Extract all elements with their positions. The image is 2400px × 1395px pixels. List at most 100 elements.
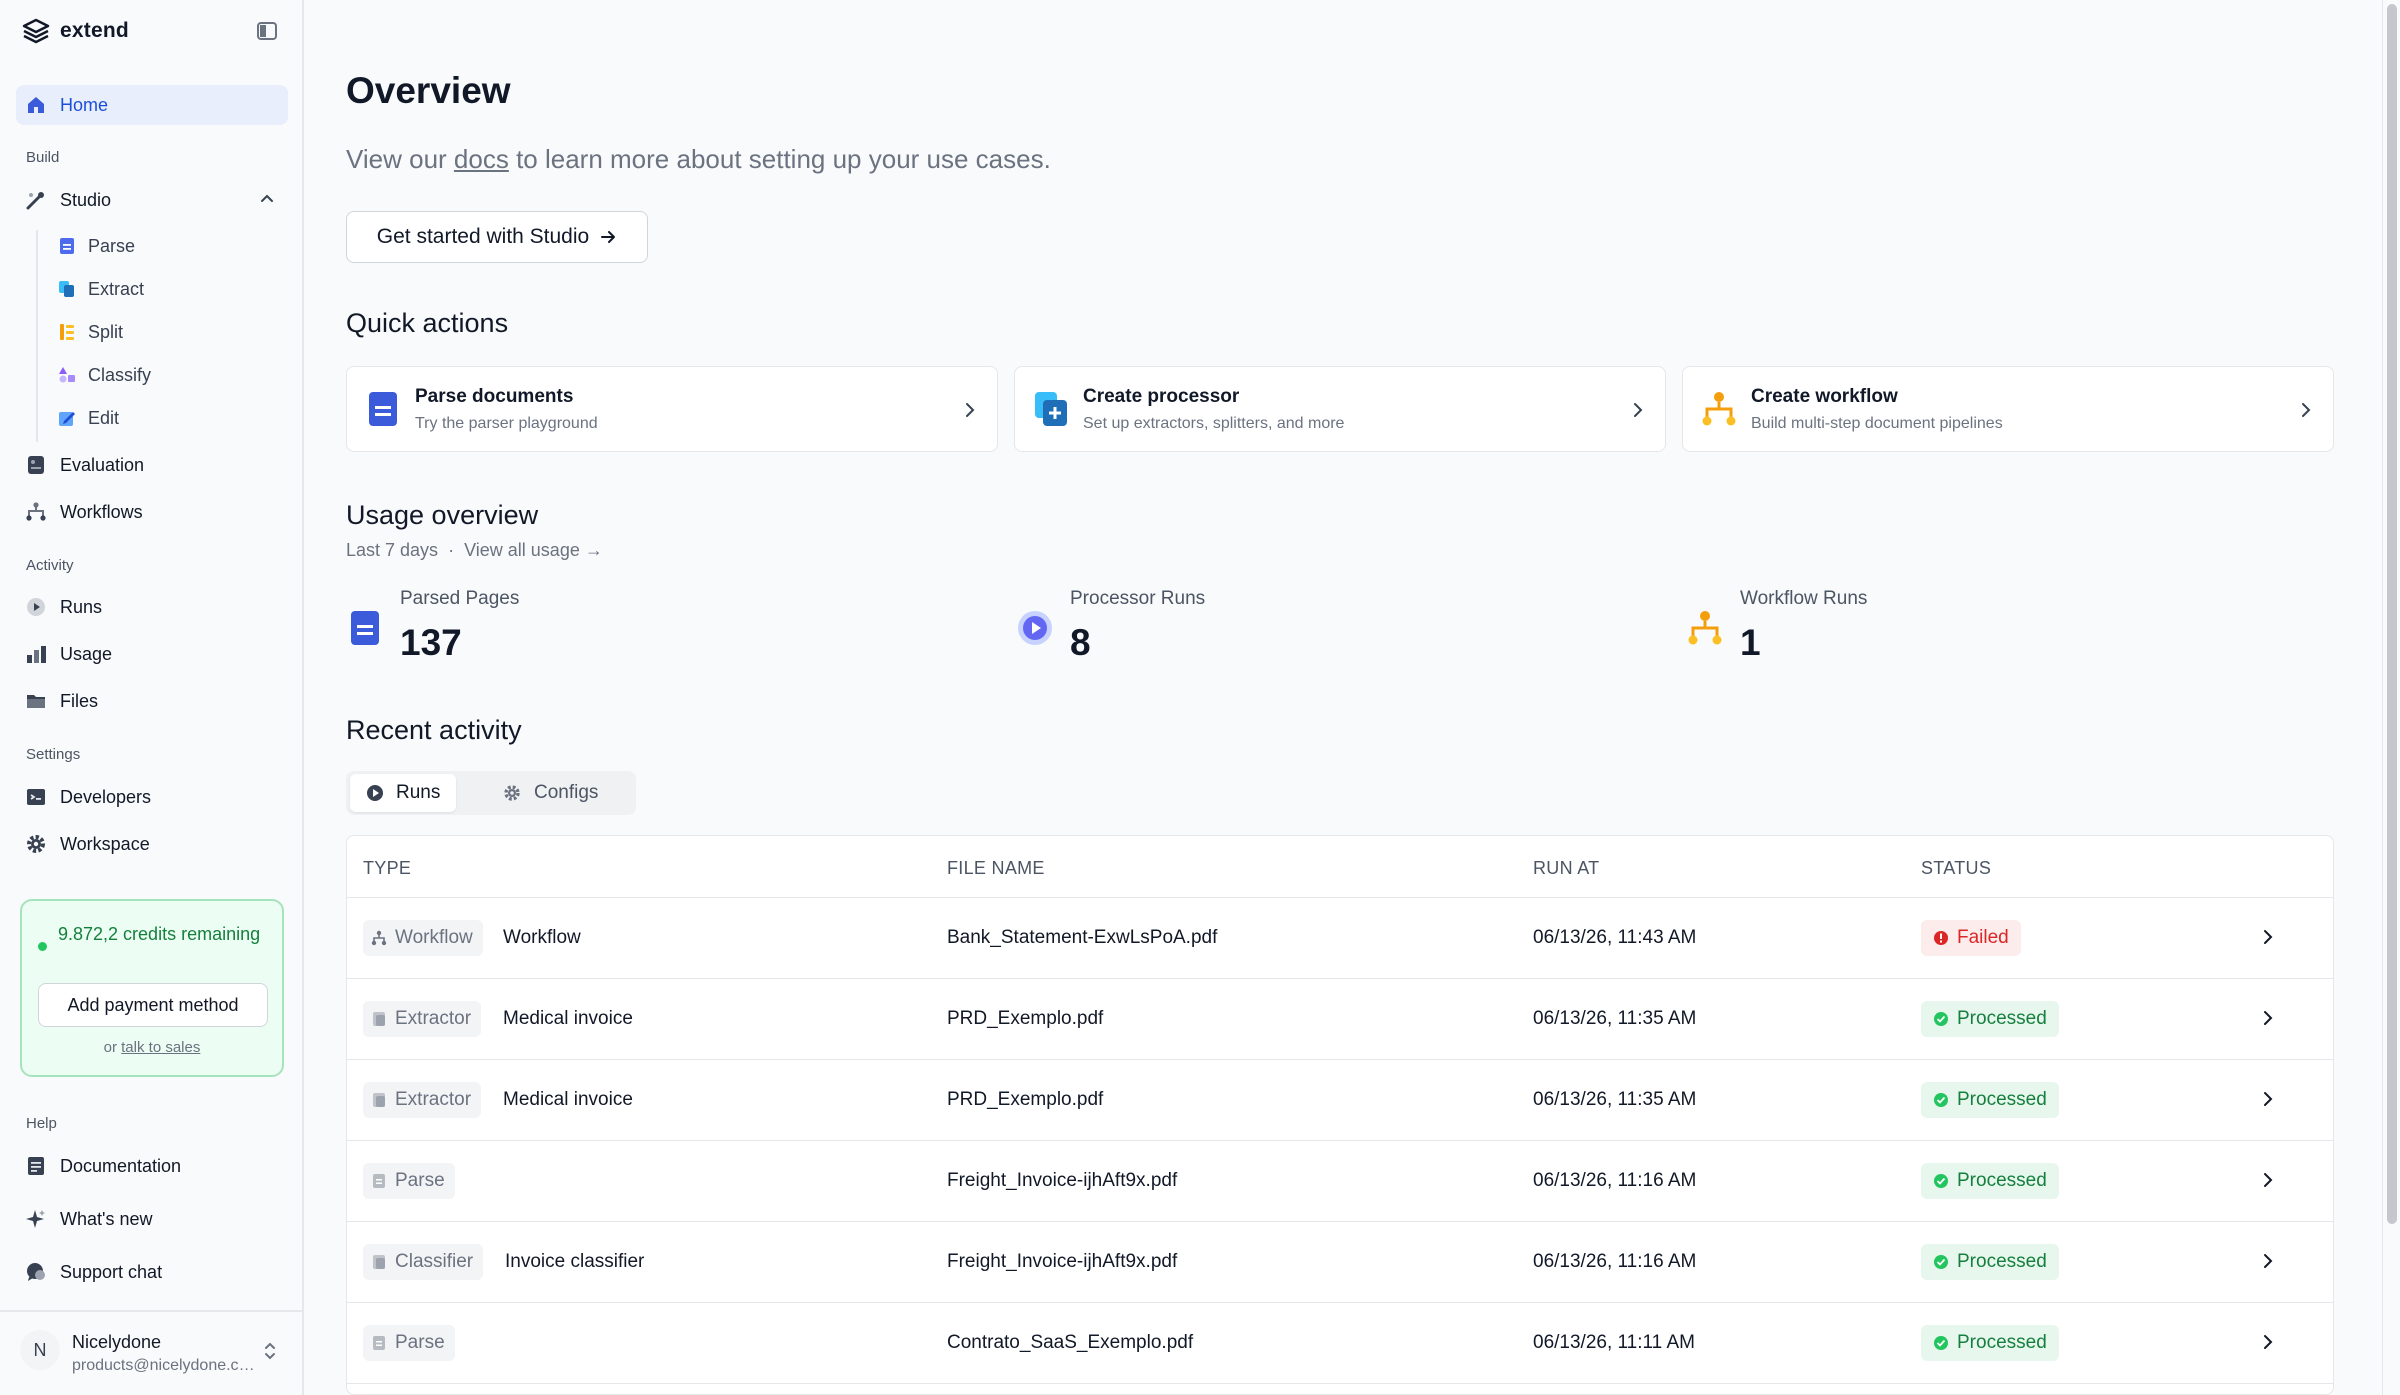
quick-action-title: Parse documents <box>415 386 574 407</box>
run-at: 06/13/26, 11:35 AM <box>1533 1089 1697 1110</box>
nav-studio[interactable]: Studio <box>16 180 288 220</box>
chevron-right-icon[interactable] <box>2261 1333 2275 1351</box>
nav-developers[interactable]: Developers <box>16 777 288 817</box>
nav-usage[interactable]: Usage <box>16 634 288 674</box>
type-label: Workflow <box>395 927 473 948</box>
nav-extract[interactable]: Extract <box>58 272 144 306</box>
home-icon <box>24 93 48 117</box>
nav-runs[interactable]: Runs <box>16 587 288 627</box>
tab-runs[interactable]: Runs <box>350 774 457 812</box>
usage-overview-title: Usage overview <box>346 500 539 530</box>
nav-runs-label: Runs <box>60 596 103 617</box>
split-icon <box>58 323 76 341</box>
stat-value: 137 <box>400 622 462 663</box>
chevron-right-icon[interactable] <box>2261 1009 2275 1027</box>
user-account-menu[interactable]: N Nicelydone products@nicelydone.club <box>0 1310 302 1395</box>
type-label: Classifier <box>395 1251 474 1272</box>
tab-configs[interactable]: Configs <box>486 774 614 812</box>
talk-to-sales-line: or talk to sales <box>22 1039 282 1056</box>
docs-link[interactable]: docs <box>454 144 509 174</box>
nav-split[interactable]: Split <box>58 315 123 349</box>
chevron-up-icon[interactable] <box>258 190 276 208</box>
run-at: 06/13/26, 11:16 AM <box>1533 1251 1697 1272</box>
nav-files[interactable]: Files <box>16 681 288 721</box>
file-name: Bank_Statement-ExwLsPoA.pdf <box>947 927 1218 948</box>
quick-action-title: Create processor <box>1083 386 1240 407</box>
status-label: Processed <box>1957 1251 2047 1272</box>
stat-label: Workflow Runs <box>1740 588 1868 609</box>
studio-icon <box>24 188 48 212</box>
app-name: extend <box>60 19 129 42</box>
quick-action-create-workflow[interactable]: Create workflow Build multi-step documen… <box>1682 366 2334 452</box>
credits-remaining: 9.872,2 credits remaining <box>58 924 261 944</box>
workflow-icon <box>1701 389 1737 429</box>
table-row[interactable]: Parse Freight_Invoice-ijhAft9x.pdf 06/13… <box>347 1141 2333 1222</box>
talk-to-sales-link[interactable]: talk to sales <box>121 1039 200 1056</box>
nav-support-chat[interactable]: Support chat <box>16 1252 288 1292</box>
quick-actions-title: Quick actions <box>346 308 509 338</box>
edit-icon <box>58 409 76 427</box>
chevron-right-icon[interactable] <box>2261 1171 2275 1189</box>
workflows-icon <box>24 500 48 524</box>
status-badge: Failed <box>1921 920 2021 956</box>
play-circle-icon <box>367 785 383 801</box>
nav-support-chat-label: Support chat <box>60 1261 163 1282</box>
file-name: PRD_Exemplo.pdf <box>947 1008 1104 1029</box>
chevron-right-icon[interactable] <box>2261 1252 2275 1270</box>
table-row[interactable]: Classifier Invoice classifier Freight_In… <box>347 1222 2333 1303</box>
usage-icon <box>24 642 48 666</box>
stat-value: 8 <box>1070 622 1091 663</box>
nav-workflows-label: Workflows <box>60 501 143 522</box>
view-all-usage-link[interactable]: View all usage → <box>464 540 603 560</box>
quick-action-parse-documents[interactable]: Parse documents Try the parser playgroun… <box>346 366 998 452</box>
check-badge-icon <box>1934 1093 1948 1107</box>
nav-workspace[interactable]: Workspace <box>16 824 288 864</box>
nav-edit[interactable]: Edit <box>58 401 119 435</box>
document-icon <box>371 1092 387 1108</box>
nav-parse[interactable]: Parse <box>58 229 135 263</box>
credits-card: 9.872,2 credits remaining Add payment me… <box>20 899 284 1077</box>
classify-icon <box>58 366 76 384</box>
workflow-icon <box>1686 608 1724 648</box>
or-text: or <box>103 1039 117 1056</box>
table-row[interactable]: Extractor Medical invoice PRD_Exemplo.pd… <box>347 1060 2333 1141</box>
chevron-right-icon <box>2302 403 2311 417</box>
page-scrollbar[interactable] <box>2382 0 2400 1395</box>
credits-status-dot <box>38 942 47 951</box>
type-label: Parse <box>395 1170 445 1191</box>
nav-classify[interactable]: Classify <box>58 358 151 392</box>
sidebar-toggle-icon <box>257 22 277 40</box>
files-icon <box>24 689 48 713</box>
chevron-up-down-icon[interactable] <box>262 1340 278 1362</box>
parse-icon <box>58 237 76 255</box>
quick-action-desc: Set up extractors, splitters, and more <box>1083 415 1345 432</box>
nav-documentation[interactable]: Documentation <box>16 1146 288 1186</box>
chevron-right-icon[interactable] <box>2261 928 2275 946</box>
section-activity: Activity <box>26 557 74 574</box>
quick-action-create-processor[interactable]: Create processor Set up extractors, spli… <box>1014 366 1666 452</box>
nav-home[interactable]: Home <box>16 85 288 125</box>
nav-workflows[interactable]: Workflows <box>16 492 288 532</box>
nav-evaluation[interactable]: Evaluation <box>16 445 288 485</box>
chevron-right-icon <box>966 403 975 417</box>
tab-configs-label: Configs <box>534 782 599 803</box>
table-row[interactable]: Parse Contrato_SaaS_Exemplo.pdf 06/13/26… <box>347 1303 2333 1384</box>
table-row[interactable]: Extractor Medical invoice PRD_Exemplo.pd… <box>347 979 2333 1060</box>
scrollbar-thumb[interactable] <box>2387 4 2397 1224</box>
evaluation-icon <box>24 453 48 477</box>
app-logo[interactable]: extend <box>22 16 129 46</box>
nav-whats-new[interactable]: What's new <box>16 1199 288 1239</box>
add-payment-method-button[interactable]: Add payment method <box>38 983 268 1027</box>
file-name: Contrato_SaaS_Exemplo.pdf <box>947 1332 1194 1353</box>
get-started-studio-button[interactable]: Get started with Studio <box>346 211 648 263</box>
nav-classify-label: Classify <box>88 364 152 385</box>
nav-edit-label: Edit <box>88 407 120 428</box>
column-run-at: RUN AT <box>1533 858 1600 878</box>
collapse-sidebar-button[interactable] <box>256 20 278 42</box>
config-name: Medical invoice <box>503 1008 633 1029</box>
stat-label: Processor Runs <box>1070 588 1206 609</box>
table-row[interactable]: Workflow Workflow Bank_Statement-ExwLsPo… <box>347 898 2333 979</box>
chevron-right-icon[interactable] <box>2261 1090 2275 1108</box>
nav-split-label: Split <box>88 321 124 342</box>
chat-icon <box>24 1260 48 1284</box>
